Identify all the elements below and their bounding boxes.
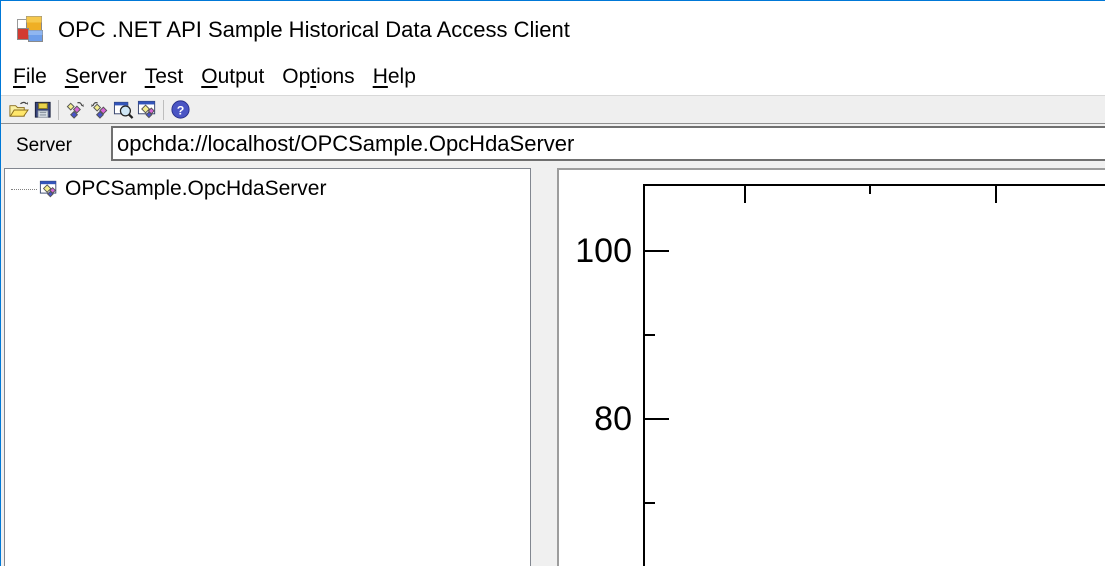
title-bar: OPC .NET API Sample Historical Data Acce… bbox=[1, 1, 1105, 58]
window-title: OPC .NET API Sample Historical Data Acce… bbox=[58, 17, 570, 43]
menu-file[interactable]: File bbox=[4, 65, 56, 89]
y-axis-label: 100 bbox=[559, 231, 632, 271]
connect-server-icon bbox=[65, 99, 86, 120]
x-axis-tick-major bbox=[744, 186, 746, 203]
toolbar-separator bbox=[58, 100, 59, 120]
browse-server-icon bbox=[113, 99, 134, 120]
server-address-input[interactable] bbox=[111, 126, 1105, 161]
main-area: OPCSample.OpcHdaServer 100 80 bbox=[1, 164, 1105, 566]
y-axis-label: 80 bbox=[559, 399, 632, 439]
connect-button[interactable] bbox=[63, 98, 87, 122]
y-axis-tick-minor bbox=[645, 334, 655, 336]
help-button[interactable]: ? bbox=[168, 98, 192, 122]
y-axis-tick-major bbox=[645, 418, 669, 420]
y-axis-tick-major bbox=[645, 250, 669, 252]
menu-help[interactable]: Help bbox=[364, 65, 425, 89]
menu-bar: File Server Test Output Options Help bbox=[1, 58, 1105, 96]
server-window-icon bbox=[38, 179, 60, 199]
save-icon bbox=[32, 99, 53, 120]
chart-panel: 100 80 bbox=[557, 168, 1105, 566]
server-field-label: Server bbox=[16, 135, 72, 157]
x-axis-tick-major bbox=[995, 186, 997, 203]
menu-server[interactable]: Server bbox=[56, 65, 136, 89]
server-properties-button[interactable] bbox=[135, 98, 159, 122]
browse-button[interactable] bbox=[111, 98, 135, 122]
disconnect-button[interactable] bbox=[87, 98, 111, 122]
help-icon: ? bbox=[170, 99, 191, 120]
tree-connector-line bbox=[11, 189, 37, 190]
app-window: OPC .NET API Sample Historical Data Acce… bbox=[0, 0, 1105, 566]
svg-text:?: ? bbox=[176, 103, 184, 117]
disconnect-server-icon bbox=[89, 99, 110, 120]
x-axis-line bbox=[643, 184, 1105, 186]
tree-node-label: OPCSample.OpcHdaServer bbox=[65, 177, 326, 201]
panel-splitter[interactable] bbox=[532, 168, 556, 566]
server-tree-panel: OPCSample.OpcHdaServer bbox=[4, 168, 531, 566]
tool-bar: ? bbox=[1, 96, 1105, 124]
menu-options[interactable]: Options bbox=[273, 65, 363, 89]
toolbar-separator bbox=[163, 100, 164, 120]
server-window-icon bbox=[137, 99, 158, 120]
save-button[interactable] bbox=[30, 98, 54, 122]
x-axis-tick-minor bbox=[869, 186, 871, 194]
tree-node-server[interactable]: OPCSample.OpcHdaServer bbox=[5, 176, 326, 202]
server-row: Server bbox=[1, 124, 1105, 164]
y-axis-line bbox=[643, 184, 645, 566]
menu-test[interactable]: Test bbox=[136, 65, 193, 89]
plot-area: 100 80 bbox=[559, 170, 1105, 566]
app-icon bbox=[13, 13, 47, 47]
menu-output[interactable]: Output bbox=[192, 65, 273, 89]
y-axis-tick-minor bbox=[645, 502, 655, 504]
folder-open-icon bbox=[8, 99, 29, 120]
open-button[interactable] bbox=[6, 98, 30, 122]
